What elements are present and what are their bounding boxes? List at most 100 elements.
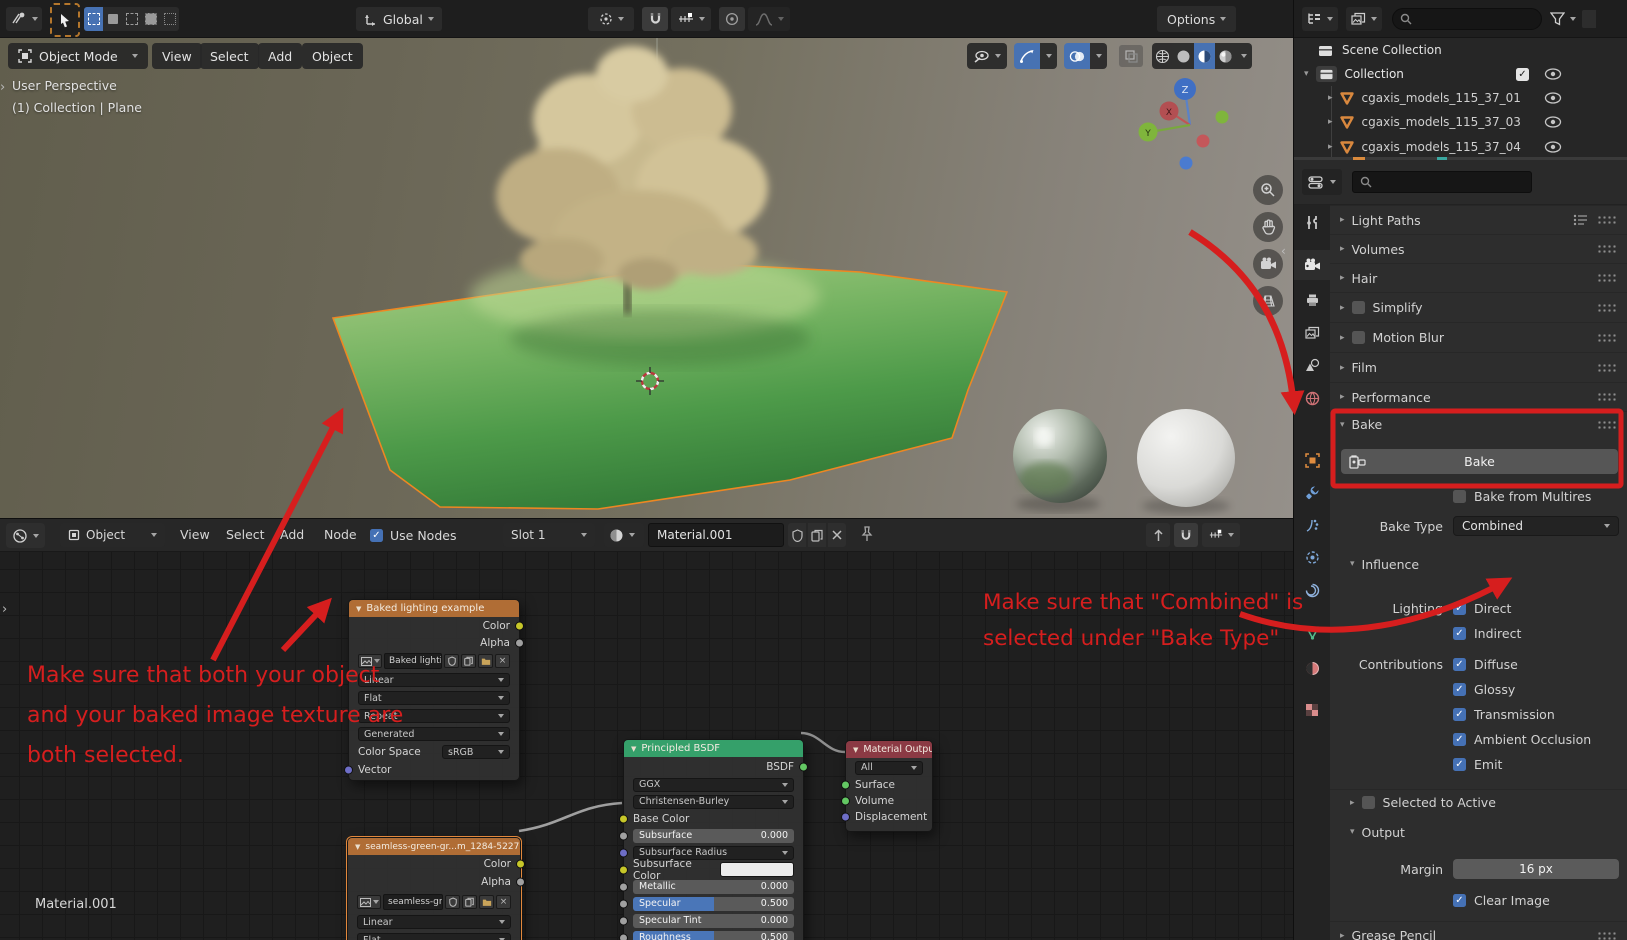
input-socket[interactable] (619, 831, 628, 840)
proportional-falloff-dropdown[interactable] (748, 7, 790, 31)
panel-simplify[interactable]: ▸ Simplify (1330, 292, 1627, 322)
viewport-expand-chevron[interactable]: › (0, 80, 5, 95)
go-to-parent-button[interactable] (1146, 523, 1170, 547)
tab-object[interactable] (1294, 445, 1330, 475)
shading-material-button[interactable] (1194, 43, 1215, 69)
snap-settings-dropdown[interactable] (671, 7, 711, 31)
input-socket[interactable] (619, 916, 628, 925)
value-slider[interactable]: Roughness0.500 (633, 931, 794, 940)
image-fake-user-button[interactable] (444, 654, 459, 668)
tab-modifiers[interactable] (1294, 477, 1330, 507)
viewport-menu-add[interactable]: Add (258, 43, 302, 69)
panel-bake[interactable]: ▾Bake (1330, 411, 1627, 437)
motion-blur-checkbox[interactable] (1352, 331, 1365, 344)
shader-type-dropdown[interactable]: Object (60, 523, 165, 547)
panel-volumes[interactable]: ▸Volumes (1330, 234, 1627, 263)
tab-tool[interactable] (1294, 207, 1330, 237)
options-dropdown[interactable]: Options (1157, 6, 1236, 32)
expand-triangle[interactable]: ▸ (1328, 93, 1333, 103)
outliner-row-object[interactable]: ▸ cgaxis_models_115_37_01 (1294, 86, 1627, 110)
image-copy-button[interactable] (461, 654, 476, 668)
panel-light-paths[interactable]: ▸Light Paths (1330, 205, 1627, 234)
outliner-search-input[interactable] (1392, 8, 1542, 30)
image-open-button[interactable] (479, 895, 494, 909)
object-visibility-dropdown[interactable] (967, 43, 1007, 69)
output-socket-color[interactable] (515, 621, 524, 630)
eye-icon[interactable] (1544, 141, 1562, 153)
ambient-occlusion-checkbox[interactable] (1453, 733, 1466, 746)
material-name-field[interactable]: Material.001 (648, 523, 784, 547)
axis-z-neg-handle[interactable] (1180, 157, 1193, 170)
select-mode-intersect[interactable] (160, 7, 179, 31)
tab-render[interactable] (1294, 250, 1330, 280)
outliner-filter-type-dropdown[interactable] (1346, 7, 1382, 31)
panel-performance[interactable]: ▸Performance (1330, 382, 1627, 411)
selected-to-active-checkbox[interactable] (1362, 796, 1375, 809)
drag-grip[interactable] (1597, 931, 1617, 940)
interpolation-dropdown[interactable]: Linear (348, 913, 520, 931)
shader-snap-settings-dropdown[interactable] (1202, 523, 1240, 547)
input-socket-displacement[interactable] (841, 813, 850, 822)
outliner-row-object[interactable]: ▸ cgaxis_models_115_37_03 (1294, 110, 1627, 134)
drag-grip[interactable] (1597, 420, 1617, 430)
node-header[interactable]: ▼seamless-green-gr...m_1284-52275.png (348, 838, 520, 855)
shading-rendered-button[interactable] (1215, 43, 1236, 69)
eye-icon[interactable] (1544, 116, 1562, 128)
expand-triangle[interactable]: ▸ (1328, 142, 1333, 152)
outliner-overflow-icon[interactable] (1582, 10, 1596, 28)
panel-film[interactable]: ▸Film (1330, 352, 1627, 382)
node-header[interactable]: ▼Principled BSDF (624, 740, 803, 757)
viewport-move-button[interactable] (1253, 212, 1283, 242)
drag-grip[interactable] (1597, 273, 1617, 283)
select-mode-new[interactable] (84, 7, 103, 31)
mode-dropdown[interactable]: Object Mode (8, 43, 148, 69)
clear-image-checkbox[interactable] (1453, 894, 1466, 907)
panel-hair[interactable]: ▸Hair (1330, 263, 1627, 292)
image-open-button[interactable] (478, 654, 493, 668)
shader-menu-node[interactable]: Node (316, 527, 365, 542)
properties-editor-type-dropdown[interactable] (1302, 169, 1342, 195)
axis-y-neg-handle[interactable] (1216, 111, 1229, 124)
new-material-button[interactable] (808, 523, 826, 547)
use-nodes-checkbox[interactable]: Use Nodes (370, 528, 456, 543)
eye-icon[interactable] (1544, 68, 1562, 80)
transmission-checkbox[interactable] (1453, 708, 1466, 721)
snap-toggle[interactable] (642, 7, 668, 31)
node-principled-bsdf[interactable]: ▼Principled BSDF BSDF GGX Christensen-Bu… (623, 739, 804, 940)
value-slider[interactable]: Subsurface0.000 (633, 829, 794, 843)
outliner-row-scene-collection[interactable]: Scene Collection (1294, 38, 1627, 62)
viewport-menu-view[interactable]: View (152, 43, 202, 69)
unlink-material-button[interactable] (828, 523, 846, 547)
eye-icon[interactable] (1544, 92, 1562, 104)
emit-checkbox[interactable] (1453, 758, 1466, 771)
image-fake-user-button[interactable] (445, 895, 460, 909)
viewport-zoom-button[interactable] (1253, 175, 1283, 205)
xray-toggle[interactable] (1119, 45, 1143, 67)
input-socket[interactable] (619, 848, 628, 857)
image-browse-dropdown[interactable] (357, 895, 381, 909)
node-header[interactable]: ▼Baked lighting example (349, 600, 519, 617)
drag-grip[interactable] (1597, 244, 1617, 254)
input-socket[interactable] (619, 865, 628, 874)
subpanel-output[interactable]: ▾Output (1330, 819, 1627, 845)
tab-particles[interactable] (1294, 510, 1330, 540)
slot-dropdown[interactable]: Slot 1 (503, 523, 595, 547)
tab-material[interactable] (1294, 653, 1330, 683)
transform-orientation-dropdown[interactable]: Global (356, 7, 442, 31)
color-swatch[interactable] (720, 862, 794, 877)
value-slider[interactable]: Specular Tint0.000 (633, 914, 794, 928)
collection-checkbox[interactable] (1516, 68, 1529, 81)
active-tool-select-box[interactable] (50, 3, 80, 37)
viewport-ortho-button[interactable] (1253, 286, 1283, 316)
target-dropdown[interactable]: All (846, 758, 932, 777)
node-seamless-image-texture[interactable]: ▼seamless-green-gr...m_1284-52275.png Co… (347, 837, 521, 940)
shading-dropdown[interactable] (1236, 43, 1252, 69)
simplify-checkbox[interactable] (1352, 301, 1365, 314)
viewport-menu-object[interactable]: Object (302, 43, 363, 69)
direct-checkbox[interactable] (1453, 602, 1466, 615)
shader-menu-select[interactable]: Select (218, 527, 273, 542)
editor-type-dropdown[interactable] (6, 523, 45, 548)
outliner-display-mode-dropdown[interactable] (1302, 7, 1338, 31)
gizmos-dropdown[interactable] (1014, 43, 1057, 69)
tab-world[interactable] (1294, 383, 1330, 413)
